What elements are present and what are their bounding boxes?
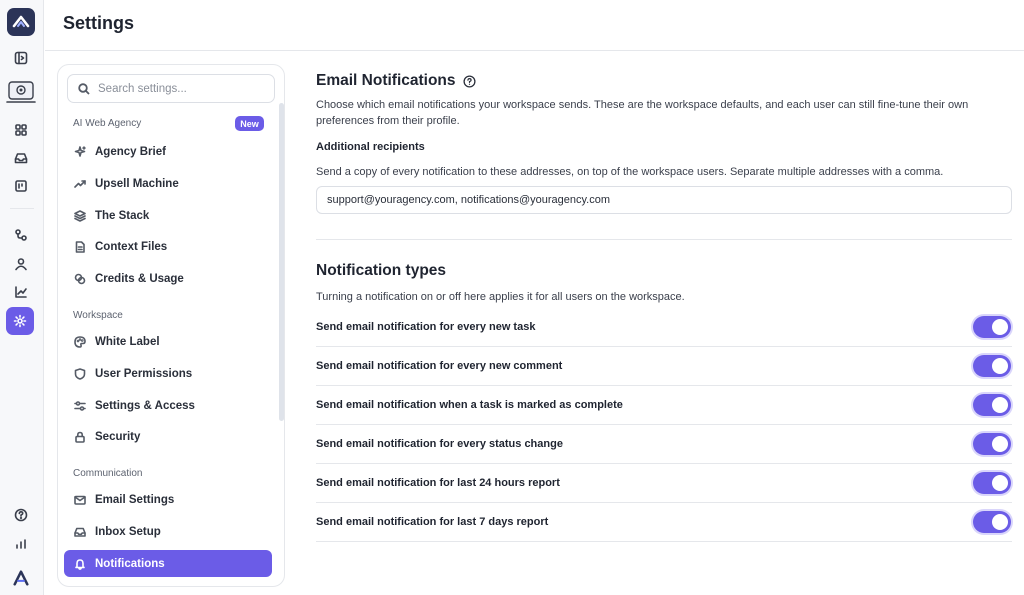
bell-icon [75,558,85,570]
nav-item-label: Upsell Machine [95,177,179,190]
notification-label: Send email notification when a task is m… [316,399,623,411]
shield-icon [74,367,86,380]
email-notifications-title: Email Notifications [316,72,1012,90]
section-title-text: Email Notifications [316,72,456,89]
bar-chart-icon[interactable] [9,532,33,556]
gear-icon[interactable] [6,307,34,335]
toggle-knob [992,319,1008,335]
nav-item-label: Context Files [95,240,168,253]
toggle-knob [992,358,1008,374]
notification-list: Send email notification for every new ta… [316,308,1012,542]
page-header: Settings [45,0,1024,51]
section-title-text: Notification types [316,262,447,279]
nav-item-label: Settings & Access [95,399,195,412]
notification-row-new-comment: Send email notification for every new co… [316,347,1012,386]
search-box[interactable] [67,74,275,103]
nav-item-label: Inbox Setup [95,525,161,538]
nav-item-notifications[interactable]: Notifications [64,550,272,577]
nav-item-white-label[interactable]: White Label [64,328,272,355]
nav-item-label: User Permissions [95,367,193,380]
status-change-toggle[interactable] [973,433,1011,455]
new-badge: New [235,116,264,131]
nav-item-label: Credits & Usage [95,272,184,285]
toggle-knob [992,475,1008,491]
nav-item-upsell-machine[interactable]: Upsell Machine [64,170,272,197]
inbox-icon[interactable] [9,146,33,170]
panel-scrollbar[interactable] [279,103,284,421]
new-comment-toggle[interactable] [973,355,1011,377]
nav-item-label: White Label [95,335,160,348]
page-title: Settings [63,13,135,33]
nav-item-label: The Stack [95,209,150,222]
notification-row-24h-report: Send email notification for last 24 hour… [316,464,1012,503]
sidebar-toggle-icon[interactable] [9,46,33,70]
agent-icon[interactable] [6,80,36,106]
nav-item-user-permissions[interactable]: User Permissions [64,360,272,387]
nav-item-the-stack[interactable]: The Stack [64,202,272,229]
additional-recipients-input[interactable] [316,186,1012,214]
nav-item-label: Agency Brief [95,145,166,158]
nav-item-credits-usage[interactable]: Credits & Usage [64,265,272,292]
grid-icon[interactable] [9,118,33,142]
main-content: Email Notifications Choose which email n… [316,64,1012,542]
report-24h-toggle[interactable] [973,472,1011,494]
nav-item-label: Email Settings [95,493,175,506]
nav-item-context-files[interactable]: Context Files [64,233,272,260]
additional-recipients-description: Send a copy of every notification to the… [316,166,944,178]
notification-row-status-change: Send email notification for every status… [316,425,1012,464]
sliders-icon [74,400,86,411]
group-label-ai-web-agency: AI Web Agency [73,118,142,129]
settings-nav-panel: AI Web Agency New Agency Brief Upsell Ma… [57,64,285,587]
notification-row-new-task: Send email notification for every new ta… [316,308,1012,347]
brand-icon[interactable] [9,566,33,590]
layers-icon [74,209,86,222]
notification-row-7d-report: Send email notification for last 7 days … [316,503,1012,542]
search-input[interactable] [98,82,268,95]
group-label-communication: Communication [73,468,143,479]
nav-item-label: Security [95,430,141,443]
rail-divider [10,208,34,209]
chart-icon[interactable] [9,280,33,304]
notification-row-task-complete: Send email notification when a task is m… [316,386,1012,425]
notification-label: Send email notification for every new co… [316,360,563,372]
nav-item-inbox-setup[interactable]: Inbox Setup [64,518,272,545]
file-icon [75,240,85,253]
palette-icon [74,335,86,348]
nav-item-agency-brief[interactable]: Agency Brief [64,138,272,165]
new-task-toggle[interactable] [973,316,1011,338]
search-icon [78,82,90,95]
nav-item-label: Notifications [95,557,165,570]
help-icon[interactable] [9,503,33,527]
notification-label: Send email notification for last 7 days … [316,516,549,528]
section-divider [316,239,1012,240]
nav-item-email-settings[interactable]: Email Settings [64,486,272,513]
workflow-icon[interactable] [9,223,33,247]
toggle-knob [992,436,1008,452]
additional-recipients-label: Additional recipients [316,141,425,153]
help-icon[interactable] [462,74,476,88]
left-rail [0,0,44,595]
inbox-icon [74,527,86,537]
notification-types-description: Turning a notification on or off here ap… [316,291,685,303]
calendar-icon[interactable] [9,174,33,198]
coins-icon [74,273,86,284]
lock-icon [75,431,85,443]
sparkle-icon [74,145,86,157]
group-label-workspace: Workspace [73,310,123,321]
nav-item-settings-access[interactable]: Settings & Access [64,392,272,419]
report-7d-toggle[interactable] [973,511,1011,533]
notification-types-title: Notification types [316,262,1012,280]
notification-label: Send email notification for last 24 hour… [316,477,560,489]
app-logo-icon[interactable] [7,8,35,36]
toggle-knob [992,397,1008,413]
nav-item-security[interactable]: Security [64,423,272,450]
toggle-knob [992,514,1008,530]
notification-label: Send email notification for every new ta… [316,321,536,333]
email-notifications-description: Choose which email notifications your wo… [316,99,969,127]
notification-label: Send email notification for every status… [316,438,563,450]
mail-icon [74,495,86,505]
task-complete-toggle[interactable] [973,394,1011,416]
user-icon[interactable] [9,252,33,276]
trend-up-icon [74,179,86,188]
